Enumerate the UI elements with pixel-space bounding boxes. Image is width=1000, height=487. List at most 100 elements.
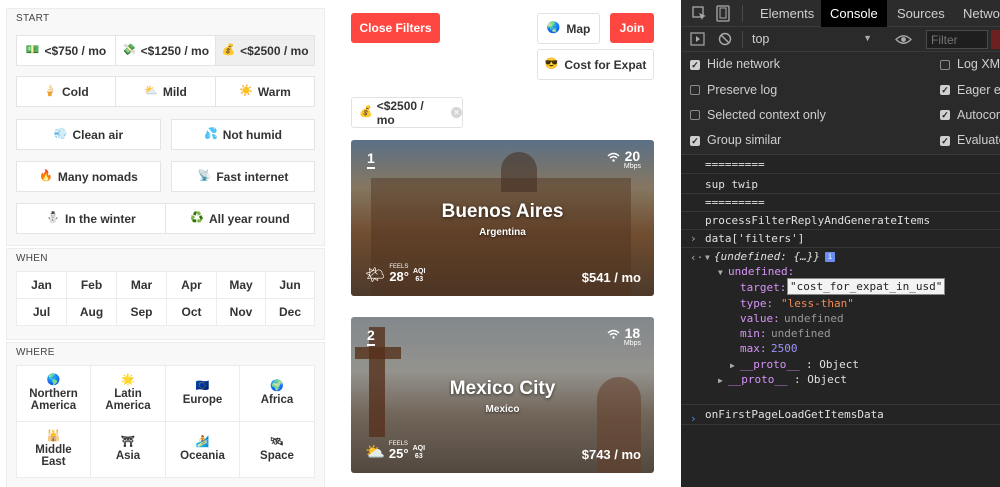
sidebar-toggle-icon[interactable] xyxy=(690,32,705,46)
settings-gear-icon[interactable] xyxy=(991,30,1000,49)
city-name: Mexico City xyxy=(449,378,556,399)
inspect-element-icon[interactable] xyxy=(692,6,707,21)
region-africa[interactable]: 🌍 Africa xyxy=(239,365,315,422)
filter-clean-air[interactable]: 💨 Clean air xyxy=(16,119,161,150)
month-jul[interactable]: Jul xyxy=(16,298,67,326)
region-northern-america[interactable]: 🌎 Northern America xyxy=(16,365,91,422)
divider xyxy=(742,5,743,22)
wifi-icon xyxy=(607,152,620,162)
filter-cost-2500[interactable]: 💰 <$2500 / mo xyxy=(215,35,315,66)
devtools-panel: Elements Console Sources Network top ▼ ✓… xyxy=(681,0,1000,487)
month-may[interactable]: May xyxy=(216,271,266,299)
filter-cost-1250[interactable]: 💸 <$1250 / mo xyxy=(115,35,216,66)
checkbox-group-similar[interactable]: ✓ xyxy=(690,136,700,146)
fire-icon: 🔥 xyxy=(39,170,53,182)
region-label-line1: Asia xyxy=(115,450,141,462)
close-filters-button[interactable]: Close Filters xyxy=(351,13,440,43)
active-filter-chip[interactable]: 💰 <$2500 / mo × xyxy=(351,97,463,128)
filter-warm[interactable]: ☀️ Warm xyxy=(215,76,315,107)
region-asia[interactable]: ⛩ Asia xyxy=(90,421,166,478)
star-icon: 🌟 xyxy=(121,374,135,386)
tab-network[interactable]: Network xyxy=(963,0,1000,27)
aqi-label: AQI xyxy=(412,268,426,275)
filter-label: In the winter xyxy=(65,211,136,226)
filter-not-humid[interactable]: 💦 Not humid xyxy=(171,119,315,150)
month-jan[interactable]: Jan xyxy=(16,271,67,299)
tab-console[interactable]: Console xyxy=(821,0,887,27)
log-text: ========= xyxy=(705,158,765,171)
console-output: ========= sup twip ========= processFilt… xyxy=(681,155,1000,487)
surfer-icon: 🏄 xyxy=(195,436,210,448)
checkbox-evaluate-triggers[interactable]: ✓ xyxy=(940,136,950,146)
console-filter-input[interactable] xyxy=(926,30,988,49)
filter-cold[interactable]: 🍦 Cold xyxy=(16,76,116,107)
checkbox-preserve-log[interactable] xyxy=(690,85,700,95)
tab-sources[interactable]: Sources xyxy=(897,0,945,27)
city-card[interactable]: 1 20 Mbps Buenos Aires Argentina 🌤 FEELS 2… xyxy=(351,140,654,296)
eye-icon[interactable] xyxy=(895,34,912,45)
filter-section-where: WHERE 🌎 Northern America 🌟 Latin America… xyxy=(6,342,325,487)
tab-elements[interactable]: Elements xyxy=(760,0,814,27)
city-name: Buenos Aires xyxy=(441,201,564,222)
month-oct[interactable]: Oct xyxy=(166,298,217,326)
city-card[interactable]: 2 18 Mbps Mexico City Mexico ⛅ FEELS 25° A… xyxy=(351,317,654,473)
money-bag-icon: 💰 xyxy=(221,44,236,56)
label-group-similar: Group similar xyxy=(707,133,782,147)
expand-triangle-icon[interactable]: ▼ xyxy=(718,268,723,277)
checkbox-eager-evaluation[interactable]: ✓ xyxy=(940,85,950,95)
log-text: onFirstPageLoadGetItemsData xyxy=(705,408,884,421)
month-apr[interactable]: Apr xyxy=(166,271,217,299)
prompt-chevron-icon: › xyxy=(690,232,697,245)
card-rank: 1 xyxy=(367,150,375,169)
speed-unit: Mbps xyxy=(623,163,641,170)
month-nov[interactable]: Nov xyxy=(216,298,266,326)
expand-triangle-icon[interactable]: ▼ xyxy=(705,253,710,262)
sort-cost-for-expat-button[interactable]: 😎 Cost for Expat xyxy=(537,49,654,80)
filter-mild[interactable]: ⛅ Mild xyxy=(115,76,216,107)
checkbox-selected-context[interactable] xyxy=(690,110,700,120)
clear-console-icon[interactable] xyxy=(718,32,732,46)
context-select[interactable]: top ▼ xyxy=(752,31,878,48)
collapse-triangle-icon[interactable]: ▶ xyxy=(718,376,723,385)
filter-fast-internet[interactable]: 📡 Fast internet xyxy=(171,161,315,192)
log-row: sup twip xyxy=(681,174,1000,194)
month-sep[interactable]: Sep xyxy=(116,298,167,326)
region-oceania[interactable]: 🏄 Oceania xyxy=(165,421,240,478)
weather-info: ⛅ FEELS 25° AQI 63 xyxy=(365,441,425,461)
cost-per-month: $541 / mo xyxy=(581,270,641,285)
collapse-triangle-icon[interactable]: ▶ xyxy=(730,361,735,370)
ice-cream-icon: 🍦 xyxy=(43,85,58,97)
region-latin-america[interactable]: 🌟 Latin America xyxy=(90,365,166,422)
console-prompt-icon[interactable]: › xyxy=(690,412,697,425)
month-jun[interactable]: Jun xyxy=(265,271,315,299)
region-europe[interactable]: 🇪🇺 Europe xyxy=(165,365,240,422)
filter-all-year-round[interactable]: ♻️ All year round xyxy=(165,203,315,234)
context-value: top xyxy=(752,32,770,46)
region-label-line1: Europe xyxy=(182,394,223,406)
console-input-row: › data['filters'] xyxy=(681,230,1000,248)
month-aug[interactable]: Aug xyxy=(66,298,117,326)
wind-icon: 💨 xyxy=(53,128,68,140)
chip-label: <$2500 / mo xyxy=(376,98,424,127)
join-button[interactable]: Join xyxy=(610,13,654,43)
map-button[interactable]: 🌏 Map xyxy=(537,13,600,44)
result-object[interactable]: ‹· ▼ {undefined: {…}} i ▼ undefined: tar… xyxy=(681,248,1000,405)
filter-in-the-winter[interactable]: ⛄ In the winter xyxy=(16,203,166,234)
month-dec[interactable]: Dec xyxy=(265,298,315,326)
month-mar[interactable]: Mar xyxy=(116,271,167,299)
region-space[interactable]: 🛰 Space xyxy=(239,421,315,478)
device-toolbar-icon[interactable] xyxy=(716,5,730,22)
month-feb[interactable]: Feb xyxy=(66,271,117,299)
aqi-value: 63 xyxy=(415,276,424,283)
money-wings-icon: 💸 xyxy=(121,44,136,56)
region-middle-east[interactable]: 🕌 Middle East xyxy=(16,421,91,478)
filter-many-nomads[interactable]: 🔥 Many nomads xyxy=(16,161,161,192)
checkbox-autocomplete[interactable]: ✓ xyxy=(940,110,950,120)
checkbox-log-xhr[interactable] xyxy=(940,60,950,70)
checkbox-hide-network[interactable]: ✓ xyxy=(690,60,700,70)
filter-cost-750[interactable]: 💵 <$750 / mo xyxy=(16,35,116,66)
remove-filter-icon[interactable]: × xyxy=(451,107,462,118)
satellite-icon: 🛰 xyxy=(270,436,284,448)
proto-key: __proto__ xyxy=(728,373,788,386)
label-eager-evaluation: Eager evaluation xyxy=(957,83,1000,97)
